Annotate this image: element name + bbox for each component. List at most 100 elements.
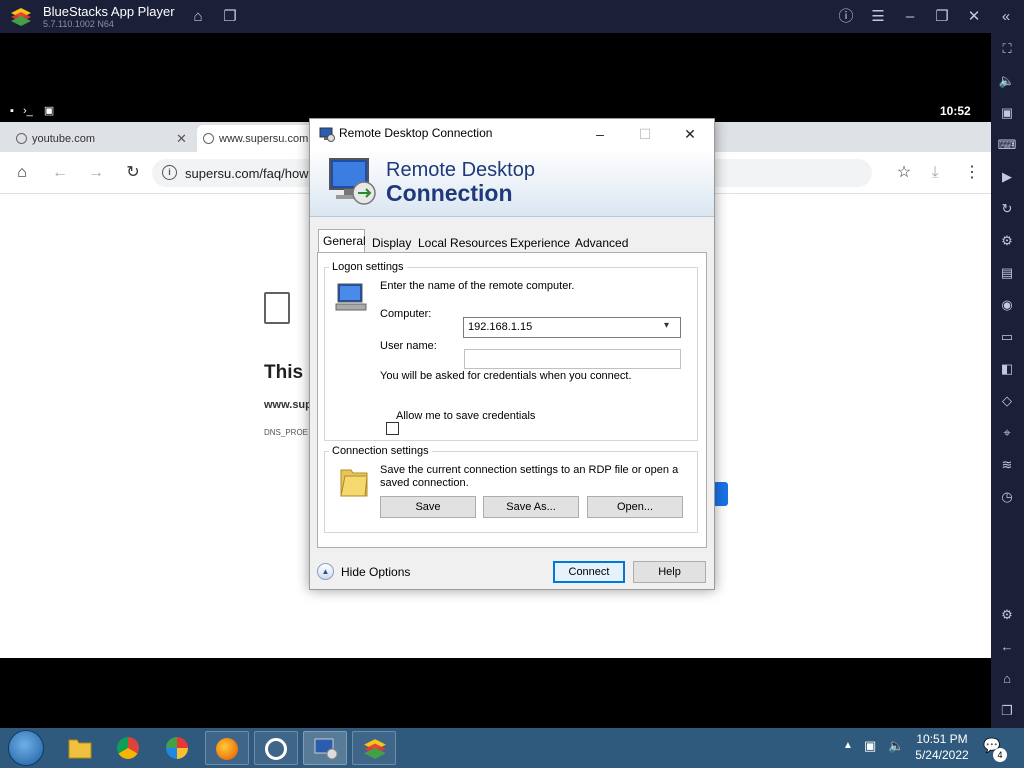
rdp-window: Remote Desktop Connection – ☐ ✕ Remote D… xyxy=(309,118,715,590)
eco-icon[interactable]: ◇ xyxy=(996,390,1018,412)
rdp-maximize-icon[interactable]: ☐ xyxy=(634,123,656,145)
folder-status-icon: ▪ xyxy=(10,105,14,117)
open-button[interactable]: Open... xyxy=(587,496,683,518)
more-menu-icon[interactable]: ⋮ xyxy=(962,163,982,183)
banner-title-line2: Connection xyxy=(386,180,513,206)
taskbar-remote-desktop[interactable] xyxy=(303,731,347,765)
computer-combobox[interactable]: 192.168.1.15 ▾ xyxy=(463,317,681,338)
username-input[interactable] xyxy=(464,349,681,369)
menu-icon[interactable]: ☰ xyxy=(867,6,889,28)
connection-description-line2: saved connection. xyxy=(380,477,469,489)
taskbar-app[interactable] xyxy=(254,731,298,765)
site-info-icon[interactable]: i xyxy=(162,165,177,180)
clock-date[interactable]: 5/24/2022 xyxy=(912,748,972,762)
location-icon[interactable]: ⌖ xyxy=(996,422,1018,444)
screenshot-icon[interactable]: ◉ xyxy=(996,294,1018,316)
volume-icon[interactable]: 🔈 xyxy=(996,70,1018,92)
connect-button[interactable]: Connect xyxy=(553,561,625,583)
network-icon[interactable]: ▣ xyxy=(864,738,876,754)
taskbar-bluestacks[interactable] xyxy=(352,731,396,765)
save-button[interactable]: Save xyxy=(380,496,476,518)
error-site: www.sup xyxy=(264,399,312,411)
banner-title-line1: Remote Desktop xyxy=(386,159,535,181)
taskbar-chrome[interactable] xyxy=(107,731,151,765)
chevron-up-icon[interactable]: ▲ xyxy=(317,563,334,580)
rdp-close-icon[interactable]: ✕ xyxy=(679,123,701,145)
help-icon[interactable]: ⓘ xyxy=(835,6,857,28)
save-as-button[interactable]: Save As... xyxy=(483,496,579,518)
home-button-icon[interactable]: ⌂ xyxy=(12,163,32,183)
bluestacks-sidebar: ⛶ 🔈 ▣ ⌨ ▶ ↻ ⚙ ▤ ◉ ▭ ◧ ◇ ⌖ ≋ ◷ ⚙ ← ⌂ ❐ xyxy=(991,33,1024,728)
taskbar-browser[interactable] xyxy=(156,731,200,765)
tab-experience[interactable]: Experience xyxy=(506,232,574,253)
file-explorer-icon xyxy=(68,739,92,759)
taskbar-firefox[interactable] xyxy=(205,731,249,765)
status-bar-icons: ▪ ›_ ▣ xyxy=(10,104,54,118)
remote-desktop-monitor-icon xyxy=(329,158,376,205)
tab-display[interactable]: Display xyxy=(368,232,415,253)
media-icon[interactable]: ▣ xyxy=(996,102,1018,124)
browser-icon xyxy=(166,737,188,759)
connection-settings-label: Connection settings xyxy=(329,445,432,457)
bookmark-star-icon[interactable]: ☆ xyxy=(894,163,914,183)
reload-icon[interactable]: ↻ xyxy=(123,163,143,183)
volume-tray-icon[interactable]: 🔈 xyxy=(888,738,904,754)
computer-icon xyxy=(335,283,367,311)
windows-start-icon[interactable] xyxy=(8,730,44,766)
windows-taskbar: ▲ ▣ 🔈 10:51 PM 5/24/2022 💬 4 xyxy=(0,728,1024,768)
sad-page-icon xyxy=(264,292,290,324)
settings-icon[interactable]: ⚙ xyxy=(996,604,1018,626)
android-home-icon[interactable]: ⌂ xyxy=(996,668,1018,690)
chrome-icon xyxy=(117,737,139,759)
hide-options-toggle[interactable]: ▲ Hide Options xyxy=(317,563,410,580)
minimize-icon[interactable]: – xyxy=(899,6,921,28)
multi-instance-icon[interactable]: ❐ xyxy=(219,6,241,28)
close-icon[interactable]: ✕ xyxy=(963,6,985,28)
restore-icon[interactable]: ❐ xyxy=(931,6,953,28)
home-icon[interactable]: ⌂ xyxy=(187,6,209,28)
collapse-sidebar-icon[interactable]: « xyxy=(995,6,1017,28)
globe-icon xyxy=(16,133,27,144)
folder-icon xyxy=(340,469,368,497)
bluestacks-icon xyxy=(364,739,386,759)
notification-status-icon: ▣ xyxy=(43,105,55,117)
tab-general[interactable]: General xyxy=(318,229,366,253)
forward-arrow-icon[interactable]: → xyxy=(86,163,106,183)
tab-advanced[interactable]: Advanced xyxy=(571,232,632,253)
credentials-note: You will be asked for credentials when y… xyxy=(380,370,632,382)
help-button[interactable]: Help xyxy=(633,561,706,583)
show-hidden-icons-icon[interactable]: ▲ xyxy=(843,740,853,751)
browser-tab-youtube[interactable]: youtube.com ✕ xyxy=(10,125,195,152)
fullscreen-icon[interactable]: ⛶ xyxy=(996,38,1018,60)
multi-window-icon[interactable]: ◧ xyxy=(996,358,1018,380)
error-code: DNS_PROE xyxy=(264,428,309,437)
remote-desktop-icon xyxy=(319,127,335,142)
macro-icon[interactable]: ▶ xyxy=(996,166,1018,188)
logon-settings-group: Logon settings Enter the name of the rem… xyxy=(324,261,698,441)
keyboard-icon[interactable]: ⌨ xyxy=(996,134,1018,156)
layers-icon[interactable]: ≋ xyxy=(996,454,1018,476)
computer-value: 192.168.1.15 xyxy=(468,321,533,333)
taskbar-explorer[interactable] xyxy=(58,731,102,765)
controls-icon[interactable]: ⚙ xyxy=(996,230,1018,252)
terminal-status-icon: ›_ xyxy=(22,105,33,117)
rdp-minimize-icon[interactable]: – xyxy=(589,123,611,145)
remote-desktop-icon xyxy=(314,738,338,760)
download-icon[interactable]: ⤓ xyxy=(925,163,945,183)
tab-local-resources[interactable]: Local Resources xyxy=(414,232,511,253)
save-credentials-checkbox[interactable] xyxy=(386,422,399,435)
apk-icon[interactable]: ▤ xyxy=(996,262,1018,284)
close-tab-icon[interactable]: ✕ xyxy=(176,131,187,147)
save-credentials-label[interactable]: Allow me to save credentials xyxy=(396,410,535,422)
chevron-down-icon[interactable]: ▾ xyxy=(664,320,669,331)
firefox-icon xyxy=(216,738,238,760)
timer-icon[interactable]: ◷ xyxy=(996,486,1018,508)
clock-time[interactable]: 10:51 PM xyxy=(912,732,972,746)
hide-options-label[interactable]: Hide Options xyxy=(341,565,410,579)
folder-icon[interactable]: ▭ xyxy=(996,326,1018,348)
rotate-icon[interactable]: ↻ xyxy=(996,198,1018,220)
recents-icon[interactable]: ❐ xyxy=(996,700,1018,722)
back-arrow-icon[interactable]: ← xyxy=(50,163,70,183)
globe-icon xyxy=(203,133,214,144)
back-icon[interactable]: ← xyxy=(996,636,1018,658)
